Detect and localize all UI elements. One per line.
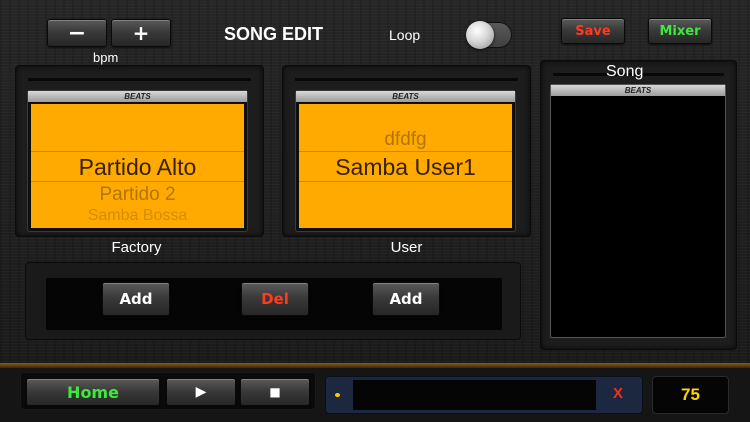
picker-item[interactable]: dfdfg <box>299 129 512 151</box>
toggle-knob <box>466 21 494 49</box>
slot-divider <box>295 78 518 81</box>
beats-tab: BEATS <box>296 91 515 102</box>
bpm-increase-button[interactable]: + <box>111 19 171 47</box>
picker-item[interactable]: Samba Bossa <box>31 207 244 225</box>
play-button[interactable]: ▶ <box>166 378 236 406</box>
factory-label: Factory <box>111 239 162 256</box>
bpm-label: bpm <box>93 50 119 65</box>
picker-selected-item[interactable]: Partido Alto <box>31 154 244 181</box>
beats-tab: BEATS <box>551 85 725 96</box>
home-button[interactable]: Home <box>26 378 160 406</box>
picker-item[interactable]: Partido 2 <box>31 184 244 206</box>
picker-selected-item[interactable]: Samba User1 <box>299 154 512 181</box>
status-display <box>353 380 596 410</box>
wheel-selection-line <box>31 181 244 182</box>
page-title: SONG EDIT <box>224 24 324 44</box>
wheel-selection-line <box>299 151 512 152</box>
beats-tab: BEATS <box>28 91 247 102</box>
user-label: User <box>390 239 423 256</box>
loop-toggle[interactable] <box>466 21 512 49</box>
clear-button[interactable]: X <box>613 385 623 402</box>
delete-button[interactable]: Del <box>241 282 309 316</box>
play-icon: ▶ <box>195 384 207 400</box>
user-picker[interactable]: BEATS dfdfg Samba User1 <box>295 90 516 232</box>
user-picker-wheel[interactable]: dfdfg Samba User1 <box>299 104 512 228</box>
wheel-selection-line <box>299 181 512 182</box>
save-button[interactable]: Save <box>561 18 625 44</box>
stop-button[interactable]: ■ <box>240 378 310 406</box>
add-factory-button[interactable]: Add <box>102 282 170 316</box>
factory-picker[interactable]: BEATS Partido Alto Partido 2 Samba Bossa <box>27 90 248 232</box>
song-title: Song <box>606 63 644 80</box>
mixer-button[interactable]: Mixer <box>648 18 712 44</box>
factory-picker-wheel[interactable]: Partido Alto Partido 2 Samba Bossa <box>31 104 244 228</box>
add-user-button[interactable]: Add <box>372 282 440 316</box>
tempo-value: 75 <box>681 385 700 404</box>
song-list[interactable]: BEATS <box>550 84 726 338</box>
slot-divider <box>28 78 251 81</box>
loop-label: Loop <box>389 27 421 43</box>
bpm-decrease-button[interactable]: − <box>47 19 107 47</box>
wheel-selection-line <box>31 151 244 152</box>
stop-icon: ■ <box>269 385 281 399</box>
status-indicator-icon <box>335 393 340 397</box>
